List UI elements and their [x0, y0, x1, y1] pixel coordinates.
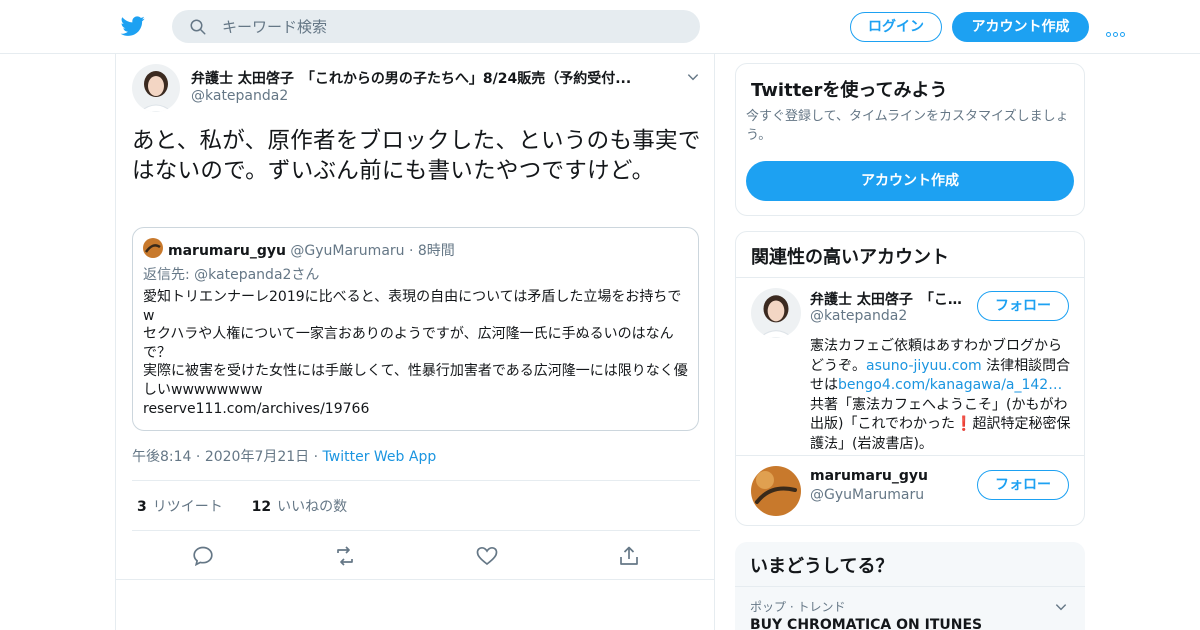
tweet-meta: 午後8:14 · 2020年7月21日 · Twitter Web App [132, 446, 436, 466]
separator-dot: · [195, 449, 201, 465]
follow-button[interactable]: フォロー [977, 291, 1069, 321]
reply-icon[interactable] [191, 544, 215, 568]
trends-title: いまどうしてる？ [750, 556, 894, 577]
separator-dot: · [313, 449, 319, 465]
signup-card-title: Twitterを使ってみよう [751, 80, 948, 101]
quoted-tweet[interactable]: marumaru_gyu @GyuMarumaru · 8時間 返信先: @ka… [132, 227, 699, 431]
account-handle[interactable]: @GyuMarumaru [810, 487, 924, 503]
quoted-time: 8時間 [417, 243, 455, 259]
separator-dot: · [408, 243, 414, 259]
quoted-author-avatar [143, 238, 163, 258]
exclamation-emoji: ❗ [955, 416, 973, 432]
like-stat[interactable]: 12 いいねの数 [252, 499, 347, 515]
divider [736, 455, 1084, 456]
search-icon [190, 19, 206, 35]
retweet-stat[interactable]: 3 リツイート [137, 499, 223, 515]
divider [116, 579, 714, 580]
quoted-line: 愛知トリエンナーレ2019に比べると、表現の自由については矛盾した立場をお持ちで… [143, 289, 682, 324]
retweet-count: 3 [137, 499, 147, 515]
share-icon[interactable] [617, 544, 641, 568]
chevron-down-icon[interactable] [1054, 600, 1068, 614]
like-heart-icon[interactable] [475, 544, 499, 568]
follow-button[interactable]: フォロー [977, 470, 1069, 500]
divider [132, 530, 700, 531]
account-name[interactable]: 弁護士 太田啓子 「これからの男の子たちへ」 [810, 289, 970, 309]
tweet-source-app[interactable]: Twitter Web App [323, 449, 437, 465]
quoted-author-name: marumaru_gyu [168, 243, 286, 259]
quoted-header: marumaru_gyu @GyuMarumaru · 8時間 [168, 240, 455, 260]
signup-prompt-card: Twitterを使ってみよう 今すぐ登録して、タイムラインをカスタマイズしましょ… [735, 63, 1085, 216]
signup-button[interactable]: アカウント作成 [952, 12, 1089, 42]
tweet-stats: 3 リツイート 12 いいねの数 [137, 496, 347, 516]
quoted-line: 実際に被害を受けた女性には手厳しくて、性暴行加害者である広河隆一には限りなく優し… [143, 363, 688, 398]
signup-card-subtitle: 今すぐ登録して、タイムラインをカスタマイズしましょう。 [746, 109, 1069, 143]
account-handle[interactable]: @katepanda2 [810, 308, 907, 324]
trends-card: いまどうしてる？ ポップ · トレンド BUY CHROMATICA ON IT… [735, 542, 1085, 630]
tweet-detail: 弁護士 太田啓子 「これからの男の子たちへ」8/24販売（予約受付... @ka… [115, 54, 715, 630]
trend-category: ポップ · トレンド [750, 600, 846, 614]
reply-mention[interactable]: @katepanda2さん [194, 267, 319, 283]
reply-context: 返信先: @katepanda2さん [143, 264, 319, 284]
reply-prefix: 返信先: [143, 267, 190, 283]
divider [132, 480, 700, 481]
like-count: 12 [251, 499, 272, 515]
chevron-down-icon[interactable] [686, 70, 700, 84]
quoted-link: reserve111.com/archives/19766 [143, 400, 370, 417]
author-name[interactable]: 弁護士 太田啓子 「これからの男の子たちへ」8/24販売（予約受付... [191, 68, 661, 88]
related-accounts-title: 関連性の高いアカウント [751, 247, 949, 268]
divider [735, 586, 1085, 587]
retweet-label: リツイート [152, 499, 223, 515]
tweet-date[interactable]: 2020年7月21日 [205, 449, 309, 465]
account-avatar[interactable] [751, 288, 801, 338]
more-options-icon[interactable] [1106, 22, 1130, 37]
like-label: いいねの数 [277, 499, 348, 515]
account-avatar[interactable] [751, 466, 801, 516]
tweet-text: あと、私が、原作者をブロックした、というのも事実ではないので。ずいぶん前にも書い… [132, 128, 701, 184]
login-button[interactable]: ログイン [850, 12, 942, 42]
account-bio: 憲法カフェご依頼はあすわかブログからどうぞ。asuno-jiyuu.com 法律… [810, 337, 1072, 454]
divider [736, 277, 1084, 278]
author-avatar[interactable] [132, 64, 180, 112]
search-bar [172, 10, 700, 43]
twitter-bird-icon[interactable] [120, 14, 146, 38]
search-input[interactable] [222, 10, 682, 43]
tweet-time[interactable]: 午後8:14 [132, 449, 191, 465]
account-name[interactable]: marumaru_gyu [810, 468, 928, 484]
bio-link[interactable]: asuno-jiyuu.com [866, 358, 982, 374]
quoted-text: 愛知トリエンナーレ2019に比べると、表現の自由については矛盾した立場をお持ちで… [143, 288, 691, 418]
quoted-author-handle: @GyuMarumaru [290, 243, 405, 259]
trend-item[interactable]: BUY CHROMATICA ON ITUNES [750, 617, 982, 630]
author-handle[interactable]: @katepanda2 [191, 88, 288, 104]
top-bar: ログイン アカウント作成 [0, 0, 1200, 54]
retweet-icon[interactable] [333, 544, 357, 568]
quoted-line: セクハラや人権について一家言おありのようですが、広河隆一氏に手ぬるいのはなんで？ [143, 326, 674, 361]
tweet-actions [116, 542, 716, 570]
related-accounts-card: 関連性の高いアカウント 弁護士 太田啓子 「これからの男の子たちへ」 @kate… [735, 231, 1085, 526]
create-account-button[interactable]: アカウント作成 [746, 161, 1074, 201]
bio-link[interactable]: bengo4.com/kanagawa/a_142… [838, 377, 1062, 393]
